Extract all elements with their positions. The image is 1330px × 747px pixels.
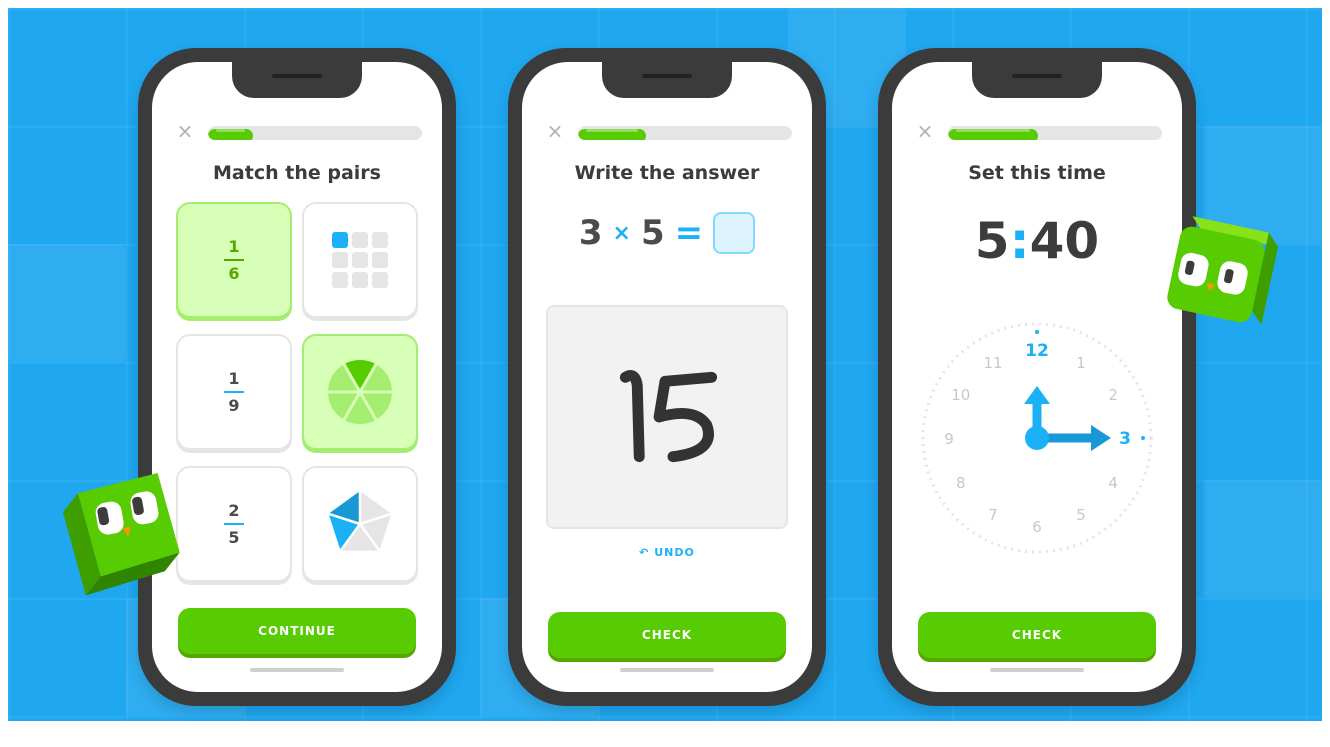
fraction: 1 9 bbox=[224, 369, 244, 415]
fraction: 2 5 bbox=[224, 501, 244, 547]
check-button[interactable]: CHECK bbox=[918, 612, 1156, 658]
close-icon[interactable]: × bbox=[916, 121, 934, 141]
close-icon[interactable]: × bbox=[176, 121, 194, 141]
clock-number: 9 bbox=[944, 430, 954, 448]
clock-number: 6 bbox=[1032, 518, 1042, 536]
pair-tile-fraction[interactable]: 1 6 bbox=[176, 202, 292, 318]
pentagon-2-of-5-icon bbox=[328, 491, 392, 552]
undo-icon: ↶ bbox=[639, 546, 655, 559]
exercise-title: Write the answer bbox=[574, 162, 760, 184]
continue-button[interactable]: CONTINUE bbox=[178, 608, 416, 654]
time-hours: 5 bbox=[974, 212, 1010, 270]
phone-screen: × Match the pairs 1 6 1 9 2 5 CONTINUE bbox=[152, 62, 442, 692]
close-icon[interactable]: × bbox=[546, 121, 564, 141]
fraction-bar bbox=[224, 391, 244, 393]
fraction-numerator: 2 bbox=[228, 501, 240, 520]
time-minutes: 40 bbox=[1029, 212, 1100, 270]
home-indicator bbox=[620, 668, 714, 672]
pair-tile-fraction[interactable]: 2 5 bbox=[176, 466, 292, 582]
check-button[interactable]: CHECK bbox=[548, 612, 786, 658]
clock-number: 11 bbox=[983, 354, 1002, 372]
pair-tile-picture[interactable] bbox=[302, 202, 418, 318]
fraction-numerator: 1 bbox=[228, 369, 240, 388]
progress-fill bbox=[208, 129, 253, 140]
fraction-denominator: 6 bbox=[228, 264, 240, 283]
exercise-title: Set this time bbox=[968, 162, 1106, 184]
phone-screen: × Set this time 5:40 12 1 2 3 4 5 6 7 8 9 10 11 CHE… bbox=[892, 62, 1182, 692]
equation: 3 × 5 = bbox=[522, 212, 812, 254]
phone-notch bbox=[602, 62, 732, 98]
fraction-bar bbox=[224, 523, 244, 525]
clock-number: 8 bbox=[956, 474, 966, 492]
clock-center-pivot bbox=[1025, 426, 1049, 450]
handwritten-answer: 15 bbox=[619, 370, 718, 463]
phone-write-answer: × Write the answer 3 × 5 = 15 ↶ UNDO CHE… bbox=[508, 48, 826, 706]
phone-set-time: × Set this time 5:40 12 1 2 3 4 5 6 7 8 9 10 11 CHE… bbox=[878, 48, 1196, 706]
exercise-title: Match the pairs bbox=[213, 162, 381, 184]
phone-match-pairs: × Match the pairs 1 6 1 9 2 5 CONTINUE bbox=[138, 48, 456, 706]
circle-1-of-6-icon bbox=[328, 360, 392, 424]
undo-label: UNDO bbox=[654, 546, 695, 559]
progress-bar bbox=[578, 126, 792, 140]
home-indicator bbox=[250, 668, 344, 672]
times-operator: × bbox=[612, 220, 631, 246]
progress-fill bbox=[948, 129, 1038, 140]
clock-number: 5 bbox=[1076, 506, 1086, 524]
equals-sign: = bbox=[674, 213, 704, 253]
phone-screen: × Write the answer 3 × 5 = 15 ↶ UNDO CHE… bbox=[522, 62, 812, 692]
clock-number: 10 bbox=[951, 386, 970, 404]
clock-number: 7 bbox=[988, 506, 998, 524]
clock-number: 1 bbox=[1076, 354, 1086, 372]
progress-fill bbox=[578, 129, 647, 140]
owl-mascot-right bbox=[1167, 216, 1279, 325]
fraction-numerator: 1 bbox=[228, 237, 240, 256]
handwriting-canvas[interactable]: 15 bbox=[546, 305, 788, 529]
clock-number: 12 bbox=[1025, 341, 1049, 361]
analog-clock[interactable]: 121234567891011 bbox=[919, 320, 1155, 556]
clock-number: 3 bbox=[1119, 429, 1131, 449]
fraction-denominator: 9 bbox=[228, 396, 240, 415]
undo-button[interactable]: ↶ UNDO bbox=[522, 546, 812, 559]
fraction-bar bbox=[224, 259, 244, 261]
pair-tile-picture[interactable] bbox=[302, 334, 418, 450]
phone-notch bbox=[232, 62, 362, 98]
pair-tile-picture[interactable] bbox=[302, 466, 418, 582]
operand-a: 3 bbox=[578, 213, 603, 253]
target-time: 5:40 bbox=[892, 212, 1182, 270]
phone-notch bbox=[972, 62, 1102, 98]
time-colon: : bbox=[1009, 212, 1030, 270]
progress-bar bbox=[208, 126, 422, 140]
progress-bar bbox=[948, 126, 1162, 140]
clock-number: 2 bbox=[1108, 386, 1118, 404]
answer-box[interactable] bbox=[713, 212, 756, 254]
owl-mascot-left bbox=[62, 473, 180, 596]
fraction-denominator: 5 bbox=[228, 528, 240, 547]
clock-number: 4 bbox=[1108, 474, 1118, 492]
grid-1-of-9-icon bbox=[332, 232, 388, 288]
fraction: 1 6 bbox=[224, 237, 244, 283]
home-indicator bbox=[990, 668, 1084, 672]
operand-b: 5 bbox=[640, 213, 665, 253]
pair-tile-fraction[interactable]: 1 9 bbox=[176, 334, 292, 450]
